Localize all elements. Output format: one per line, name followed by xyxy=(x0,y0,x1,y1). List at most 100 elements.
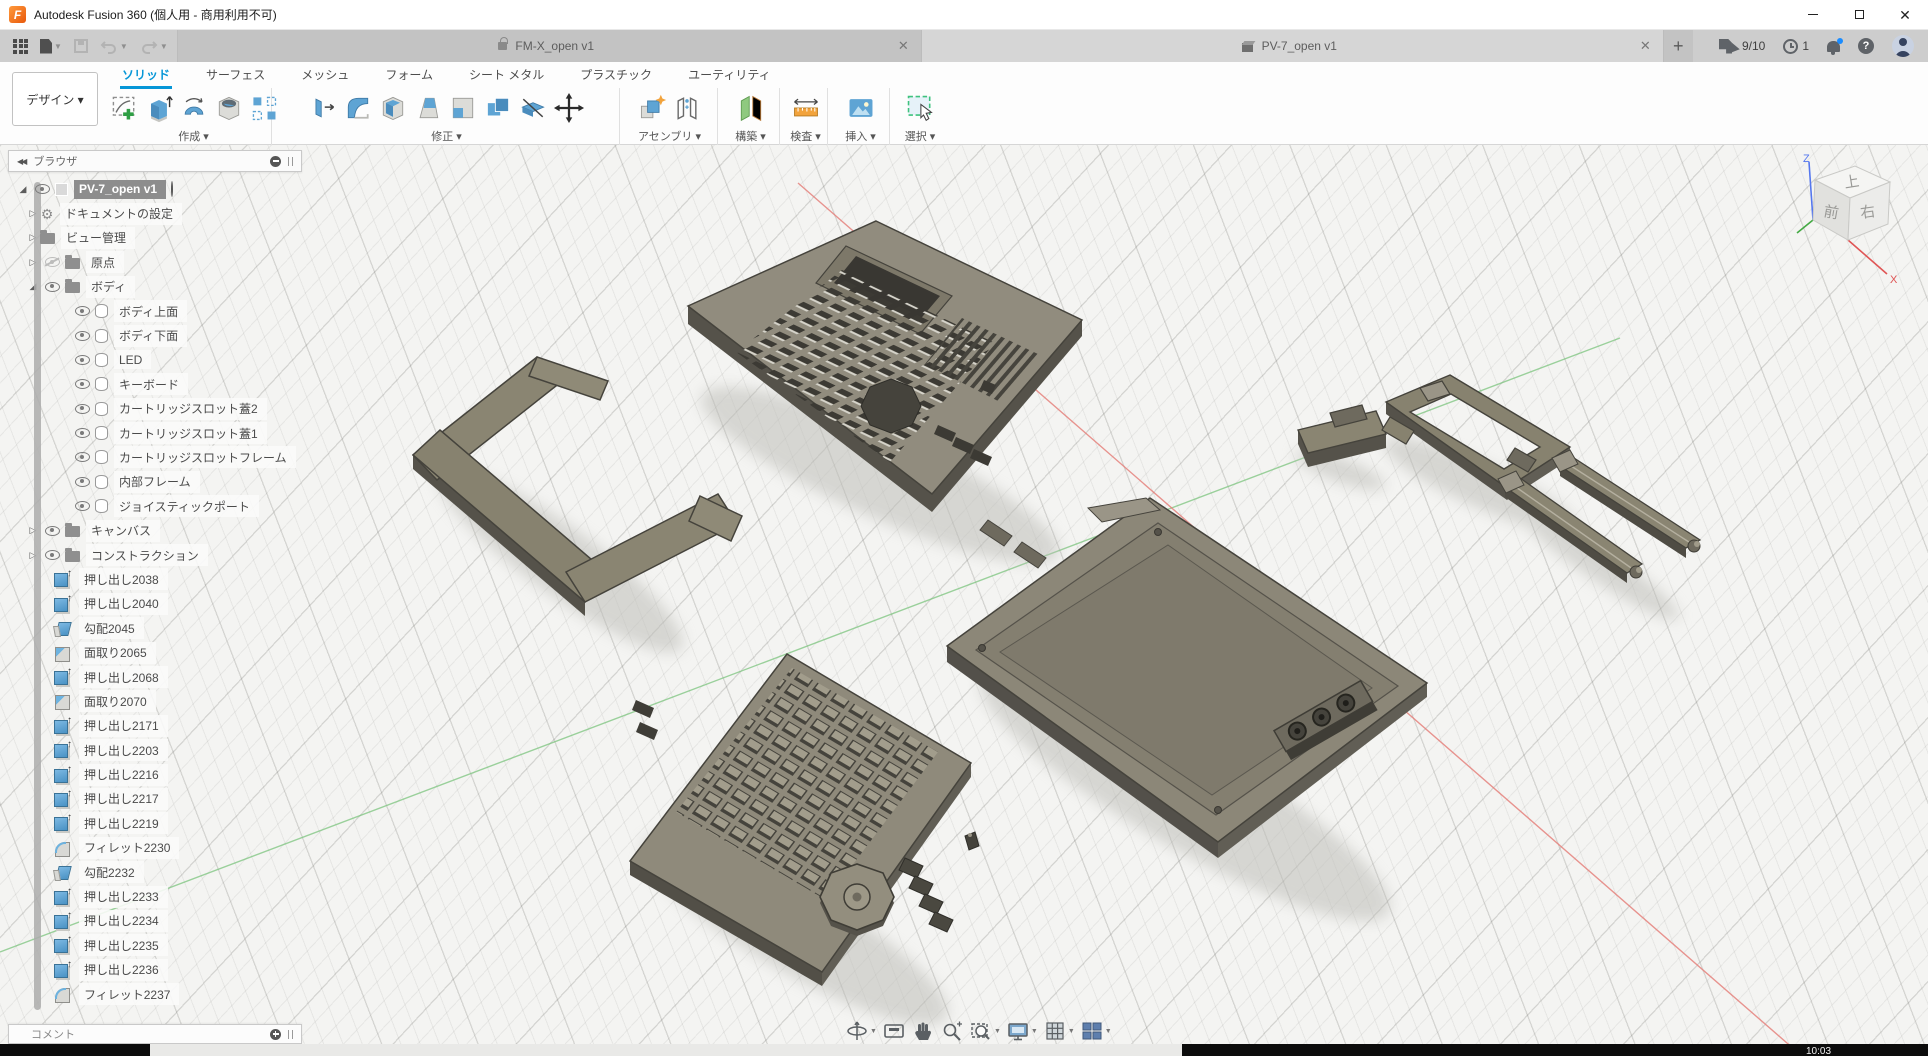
browser-node[interactable]: PV-7_open v1 xyxy=(8,177,302,201)
orbit-button[interactable]: ▼ xyxy=(845,1020,877,1042)
feature-label[interactable]: フィレット2230 xyxy=(79,837,179,859)
activate-component-icon[interactable] xyxy=(171,181,173,197)
feature-label[interactable]: フィレット2237 xyxy=(79,983,179,1005)
close-button[interactable]: ✕ xyxy=(1882,0,1928,30)
move-button[interactable] xyxy=(553,92,585,124)
file-menu-button[interactable]: ▼ xyxy=(37,33,65,59)
revolve-button[interactable] xyxy=(179,93,209,123)
part-keyboard[interactable] xyxy=(630,654,971,986)
browser-node[interactable]: ジョイスティックポート xyxy=(8,494,302,518)
feature-item[interactable]: 押し出し2203 xyxy=(8,738,302,762)
feature-label[interactable]: 勾配2045 xyxy=(79,617,144,639)
tab-plastic[interactable]: プラスチック xyxy=(578,63,654,86)
feature-label[interactable]: 勾配2232 xyxy=(79,861,144,883)
feature-label[interactable]: 押し出し2235 xyxy=(79,934,168,956)
redo-button[interactable]: ▼ xyxy=(137,33,171,59)
browser-node[interactable]: 内部フレーム xyxy=(8,470,302,494)
browser-node[interactable]: LED xyxy=(8,348,302,372)
press-pull-button[interactable] xyxy=(308,93,338,123)
fillet-button[interactable] xyxy=(343,93,373,123)
feature-item[interactable]: 押し出し2217 xyxy=(8,787,302,811)
tab-close-icon[interactable]: ✕ xyxy=(898,38,909,54)
split-button[interactable] xyxy=(518,93,548,123)
browser-node[interactable]: カートリッジスロット蓋2 xyxy=(8,397,302,421)
browser-node[interactable]: カートリッジスロット蓋1 xyxy=(8,421,302,445)
feature-item[interactable]: 押し出し2216 xyxy=(8,762,302,786)
tab-solid[interactable]: ソリッド xyxy=(120,63,172,86)
maximize-button[interactable] xyxy=(1836,0,1882,30)
look-at-button[interactable] xyxy=(882,1020,906,1042)
help-button[interactable]: ? xyxy=(1858,38,1874,54)
browser-scrollbar[interactable] xyxy=(34,182,41,1010)
combine-button[interactable] xyxy=(483,93,513,123)
new-tab-button[interactable]: + xyxy=(1663,30,1693,62)
viewports-button[interactable]: ▼ xyxy=(1080,1020,1112,1042)
browser-node[interactable]: 原点 xyxy=(8,250,302,274)
browser-node[interactable]: ボディ下面 xyxy=(8,323,302,347)
zoom-window-button[interactable]: ▼ xyxy=(969,1020,1001,1042)
shell-button[interactable] xyxy=(378,93,408,123)
group-label-assemble[interactable]: アセンブリ ▾ xyxy=(622,128,717,145)
group-label-create[interactable]: 作成 ▾ xyxy=(116,128,271,145)
save-button[interactable] xyxy=(71,33,91,59)
visibility-eye-icon[interactable] xyxy=(75,428,90,438)
expand-arrow-icon[interactable] xyxy=(16,184,30,195)
feature-item[interactable]: 押し出し2235 xyxy=(8,933,302,957)
visibility-eye-icon[interactable] xyxy=(75,501,90,511)
workspace-selector[interactable]: デザイン ▾ xyxy=(12,72,98,126)
collapse-panel-icon[interactable]: ◀◀ xyxy=(17,157,25,166)
pan-button[interactable] xyxy=(911,1020,935,1042)
feature-item[interactable]: 押し出し2219 xyxy=(8,811,302,835)
part-cartridge-latch[interactable] xyxy=(1298,405,1386,467)
node-label[interactable]: LED xyxy=(114,350,151,369)
visibility-eye-icon[interactable] xyxy=(75,306,90,316)
app-grid-button[interactable] xyxy=(10,33,31,59)
expand-panel-icon[interactable] xyxy=(270,1029,281,1040)
feature-label[interactable]: 面取り2065 xyxy=(79,642,156,664)
create-sketch-button[interactable] xyxy=(109,93,139,123)
feature-item[interactable]: 押し出し2040 xyxy=(8,592,302,616)
visibility-eye-icon[interactable] xyxy=(75,452,90,462)
node-label[interactable]: ボディ xyxy=(86,276,135,298)
browser-node[interactable]: カートリッジスロットフレーム xyxy=(8,445,302,469)
combine-corner-button[interactable] xyxy=(448,93,478,123)
hole-button[interactable] xyxy=(214,93,244,123)
group-label-insert[interactable]: 挿入 ▾ xyxy=(832,128,889,145)
select-button[interactable] xyxy=(905,93,935,123)
comment-panel[interactable]: コメント xyxy=(8,1024,302,1044)
joint-button[interactable] xyxy=(672,93,702,123)
part-inner-frame[interactable] xyxy=(413,357,742,616)
feature-label[interactable]: 押し出し2236 xyxy=(79,959,168,981)
tab-mesh[interactable]: メッシュ xyxy=(299,63,351,86)
browser-node[interactable]: キャンバス xyxy=(8,518,302,542)
panel-grip-icon[interactable] xyxy=(288,157,293,166)
feature-item[interactable]: 押し出し2234 xyxy=(8,909,302,933)
tab-surface[interactable]: サーフェス xyxy=(204,63,267,86)
feature-label[interactable]: 押し出し2234 xyxy=(79,910,168,932)
node-label[interactable]: コンストラクション xyxy=(86,544,208,566)
account-button[interactable] xyxy=(1892,35,1914,57)
measure-button[interactable] xyxy=(791,93,821,123)
node-label[interactable]: ジョイスティックポート xyxy=(114,495,259,517)
job-status[interactable]: 9/10 xyxy=(1719,39,1765,54)
part-small-button[interactable] xyxy=(965,832,979,850)
feature-label[interactable]: 押し出し2171 xyxy=(79,715,168,737)
undo-button[interactable]: ▼ xyxy=(97,33,131,59)
group-label-select[interactable]: 選択 ▾ xyxy=(894,128,946,145)
panel-grip-icon[interactable] xyxy=(288,1030,293,1039)
grid-settings-button[interactable]: ▼ xyxy=(1043,1020,1075,1042)
minimize-panel-icon[interactable] xyxy=(270,156,281,167)
group-label-construct[interactable]: 構築 ▾ xyxy=(722,128,779,145)
feature-item[interactable]: 面取り2070 xyxy=(8,689,302,713)
visibility-eye-icon[interactable] xyxy=(45,526,60,536)
draft-button[interactable] xyxy=(413,93,443,123)
visibility-eye-icon[interactable] xyxy=(75,379,90,389)
node-label[interactable]: 内部フレーム xyxy=(114,471,200,493)
feature-item[interactable]: 面取り2065 xyxy=(8,640,302,664)
minimize-button[interactable] xyxy=(1790,0,1836,30)
feature-label[interactable]: 押し出し2038 xyxy=(79,568,168,590)
group-label-inspect[interactable]: 検査 ▾ xyxy=(784,128,827,145)
part-bottom-case[interactable] xyxy=(947,498,1427,858)
tab-close-icon[interactable]: ✕ xyxy=(1640,38,1651,54)
browser-node[interactable]: ボディ xyxy=(8,275,302,299)
